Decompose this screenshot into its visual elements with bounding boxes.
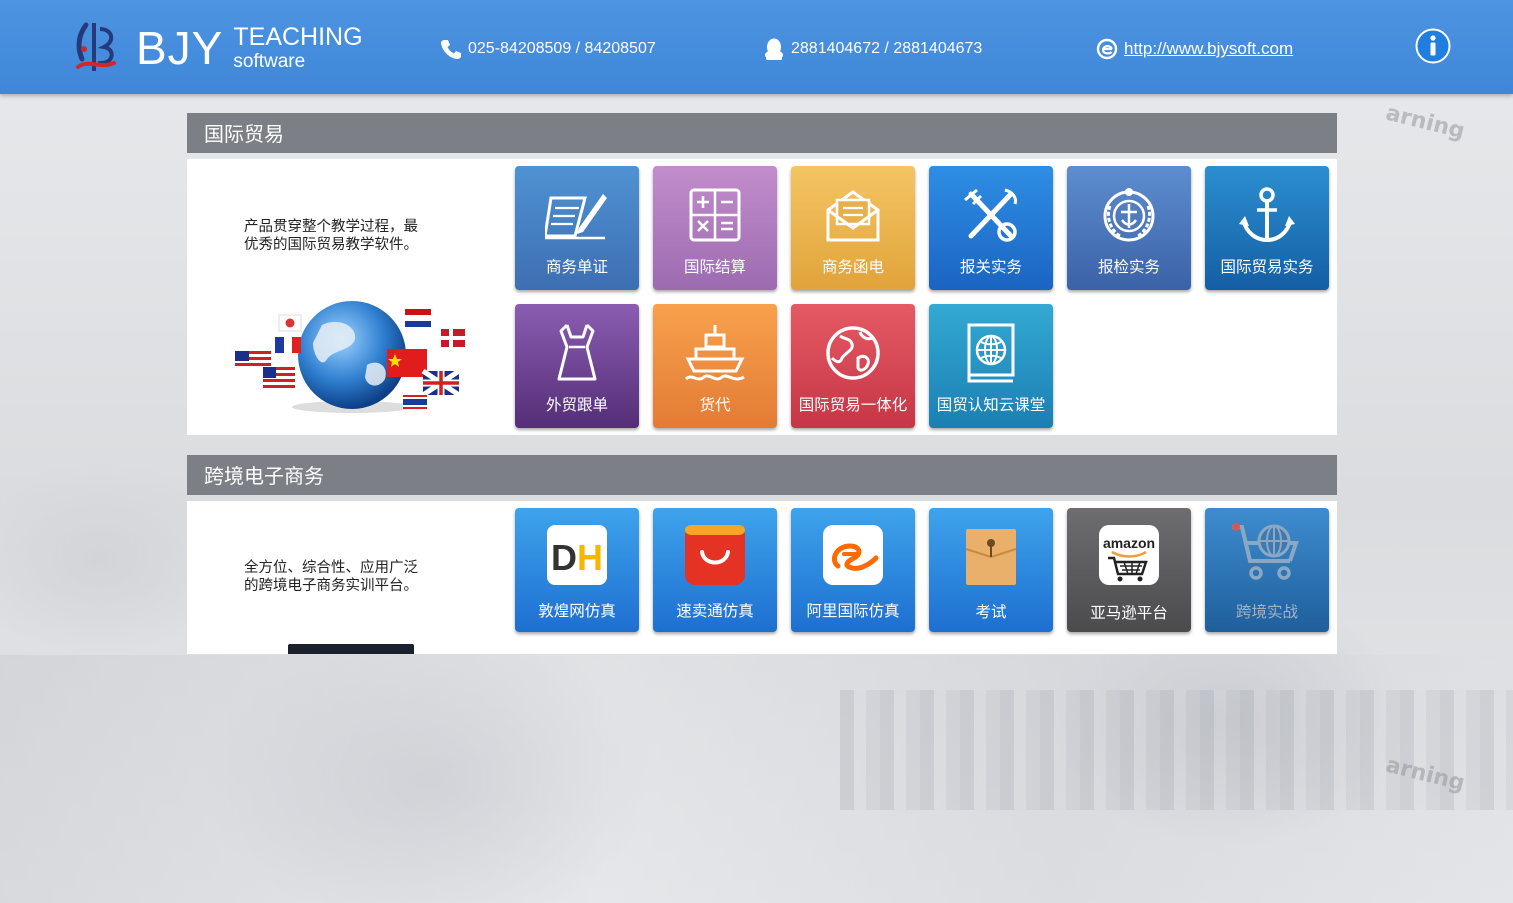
qq-number: 2881404672 / 2881404673: [791, 40, 983, 57]
tile-trade-integration[interactable]: 国际贸易一体化: [791, 304, 915, 428]
qq-contact: 2881404672 / 2881404673: [763, 36, 982, 62]
tile-label: 国际贸易实务: [1220, 258, 1314, 276]
header-bar: BJY TEACHING software 025-84208509 / 842…: [0, 0, 1513, 94]
svg-text:D: D: [551, 537, 577, 578]
logo-mark-icon: [76, 22, 116, 71]
tile-amazon-platform[interactable]: amazon 亚马逊平台: [1067, 508, 1191, 632]
svg-text:amazon: amazon: [1103, 535, 1155, 551]
tile-label: 外贸跟单: [545, 396, 608, 414]
document-pen-icon: [545, 194, 607, 240]
dh-logo-icon: D H: [547, 525, 607, 585]
tile-label: 报关实务: [959, 258, 1022, 276]
section-title: 跨境电子商务: [187, 455, 1337, 495]
logo-teaching-text: TEACHING: [233, 23, 363, 51]
website-link[interactable]: http://www.bjysoft.com: [1124, 39, 1293, 59]
dress-icon: [557, 323, 597, 381]
section-illustration-partial: [288, 644, 414, 654]
tile-foreign-trade-followup[interactable]: 外贸跟单: [515, 304, 639, 428]
tile-business-documents[interactable]: 商务单证: [515, 166, 639, 290]
tile-alibaba-simulation[interactable]: 阿里国际仿真: [791, 508, 915, 632]
tile-business-correspondence[interactable]: 商务函电: [791, 166, 915, 290]
inspection-emblem-icon: [1103, 188, 1155, 242]
customs-emblem-icon: [964, 188, 1017, 242]
alibaba-logo-icon: [823, 525, 883, 585]
ship-icon: [684, 325, 745, 381]
tile-international-trade-practice[interactable]: 国际贸易实务: [1205, 166, 1329, 290]
website-contact: http://www.bjysoft.com: [1096, 36, 1293, 62]
section-body: 全方位、综合性、应用广泛 的跨境电子商务实训平台。 D H 敦煌网仿真 速卖通仿…: [187, 501, 1337, 654]
section-international-trade: 国际贸易 产品贯穿整个教学过程，最 优秀的国际贸易教学软件。 商务单证 国际结算…: [187, 113, 1337, 435]
phone-icon: [441, 40, 461, 59]
tile-aliexpress-simulation[interactable]: 速卖通仿真: [653, 508, 777, 632]
tile-customs-declaration[interactable]: 报关实务: [929, 166, 1053, 290]
globe-cart-icon: [1232, 523, 1299, 580]
section-body: 产品贯穿整个教学过程，最 优秀的国际贸易教学软件。 商务单证 国际结算 商务函电…: [187, 159, 1337, 435]
tile-label: 速卖通仿真: [676, 602, 754, 620]
section-description: 产品贯穿整个教学过程，最 优秀的国际贸易教学软件。: [244, 219, 418, 253]
envelope-icon: [826, 190, 880, 242]
anchor-icon: [1239, 187, 1295, 243]
logo-software-text: software: [233, 51, 306, 72]
section-description: 全方位、综合性、应用广泛 的跨境电子商务实训平台。: [244, 560, 418, 594]
bjy-logo[interactable]: BJY TEACHING software: [70, 18, 363, 78]
tile-label: 考试: [975, 603, 1007, 621]
tile-international-settlement[interactable]: 国际结算: [653, 166, 777, 290]
envelope-folder-icon: [965, 529, 1017, 585]
section-cross-border-ecommerce: 跨境电子商务 全方位、综合性、应用广泛 的跨境电子商务实训平台。 D H 敦煌网…: [187, 455, 1337, 654]
svg-text:H: H: [577, 537, 603, 578]
tile-label: 跨境实战: [1235, 603, 1298, 621]
amazon-cart-icon: amazon: [1099, 525, 1159, 585]
tile-dhgate-simulation[interactable]: D H 敦煌网仿真: [515, 508, 639, 632]
phone-number: 025-84208509 / 84208507: [468, 40, 656, 57]
section-title: 国际贸易: [187, 113, 1337, 153]
globe-flags-illustration: [235, 301, 465, 413]
tile-exam[interactable]: 考试: [929, 508, 1053, 632]
tile-label: 国际结算: [683, 258, 746, 276]
tile-label: 货代: [699, 396, 731, 414]
tile-label: 商务单证: [545, 258, 608, 276]
qq-penguin-icon: [765, 38, 783, 60]
phone-contact: 025-84208509 / 84208507: [440, 36, 656, 62]
tile-trade-cloud-classroom[interactable]: 国贸认知云课堂: [929, 304, 1053, 428]
tile-label: 国际贸易一体化: [798, 396, 908, 414]
globe-icon: [826, 326, 880, 380]
background-bookshelf: [840, 690, 1513, 810]
tile-label: 亚马逊平台: [1090, 604, 1168, 622]
tile-label: 阿里国际仿真: [806, 602, 900, 620]
logo-bjy-text: BJY: [136, 22, 224, 74]
tile-label: 国贸认知云课堂: [936, 396, 1046, 414]
tile-label: 商务函电: [821, 258, 884, 276]
calculator-icon: [689, 188, 741, 242]
tile-label: 报检实务: [1097, 258, 1160, 276]
background-word: arning: [1383, 100, 1468, 145]
aliexpress-bag-icon: [685, 525, 745, 585]
tile-label: 敦煌网仿真: [538, 602, 616, 620]
tile-cross-border-practice[interactable]: 跨境实战: [1205, 508, 1329, 632]
globe-book-icon: [967, 323, 1015, 383]
info-icon[interactable]: [1415, 28, 1451, 64]
tile-inspection-practice[interactable]: 报检实务: [1067, 166, 1191, 290]
ie-browser-icon: [1096, 38, 1118, 60]
tile-freight-forwarding[interactable]: 货代: [653, 304, 777, 428]
